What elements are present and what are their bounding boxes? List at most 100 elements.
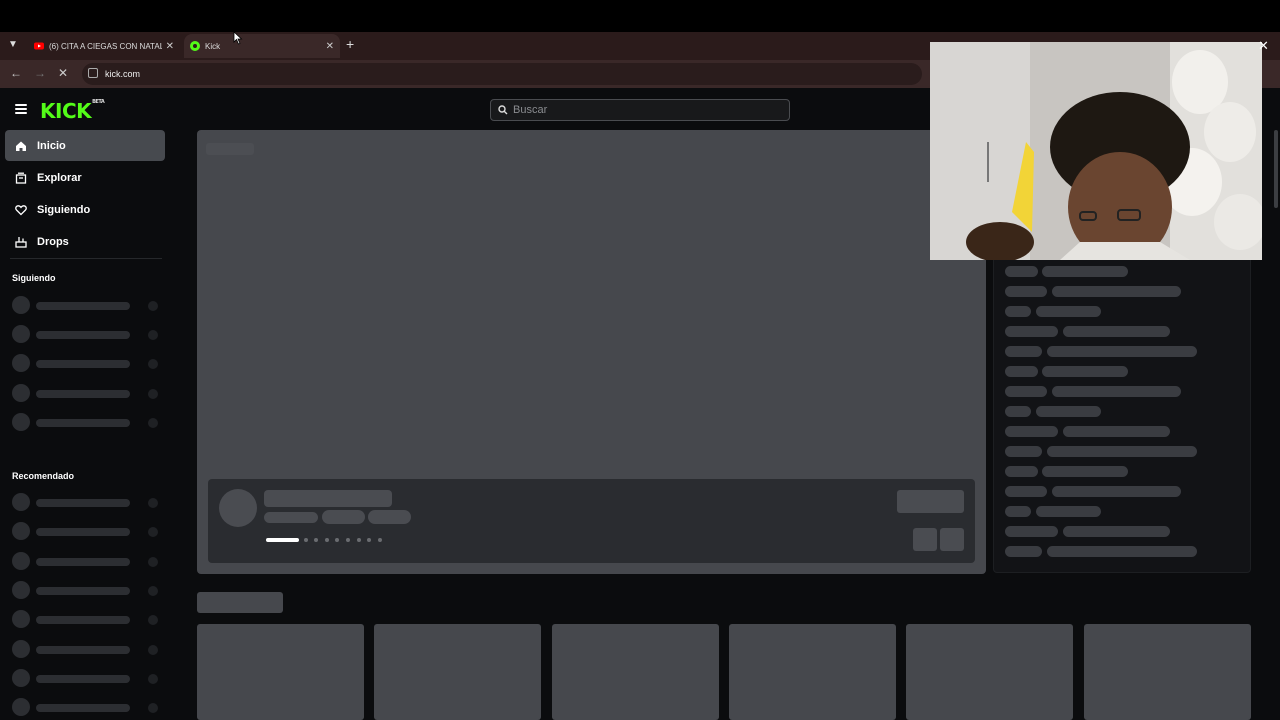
tab-title: (6) CITA A CIEGAS CON NATAL (49, 41, 162, 51)
webcam-overlay (930, 42, 1262, 260)
chat-user-skeleton (1005, 326, 1058, 337)
chat-message-skeleton (1047, 546, 1197, 557)
channel-skeleton (12, 669, 162, 687)
stop-loading-icon[interactable]: ✕ (58, 66, 68, 80)
channel-skeleton (12, 522, 162, 540)
sidebar-item-label: Drops (37, 235, 69, 248)
carousel-dot[interactable] (335, 538, 339, 542)
recommended-section-title: Recomendado (12, 471, 75, 481)
chat-message-skeleton (1047, 346, 1197, 357)
following-section-title: Siguiendo (12, 273, 56, 283)
carousel-active-indicator[interactable] (266, 538, 299, 542)
button-skeleton (897, 490, 964, 513)
mouse-cursor-icon (233, 31, 243, 45)
chat-message-skeleton (1042, 466, 1128, 477)
tab-youtube[interactable]: (6) CITA A CIEGAS CON NATAL ✕ (28, 34, 180, 58)
close-tab-icon[interactable]: ✕ (326, 41, 334, 52)
chat-user-skeleton (1005, 506, 1031, 517)
channel-skeleton (12, 640, 162, 658)
section-heading-skeleton (197, 592, 283, 613)
stream-card-skeleton[interactable] (729, 624, 896, 720)
sidebar-item-inicio[interactable]: Inicio (5, 130, 165, 161)
sidebar-item-siguiendo[interactable]: Siguiendo (5, 194, 165, 225)
chat-message-skeleton (1042, 366, 1128, 377)
new-tab-icon[interactable]: + (346, 36, 354, 52)
carousel-dot[interactable] (304, 538, 308, 542)
chat-message-skeleton (1063, 526, 1170, 537)
chat-user-skeleton (1005, 286, 1047, 297)
sidebar-item-label: Explorar (37, 171, 82, 184)
youtube-icon (34, 42, 44, 50)
site-info-icon[interactable] (88, 68, 98, 78)
carousel-dot[interactable] (314, 538, 318, 542)
search-input[interactable] (513, 100, 783, 120)
tab-search-button[interactable]: ▼ (4, 36, 22, 54)
address-bar[interactable]: kick.com (82, 63, 922, 85)
heart-icon (15, 204, 27, 215)
channel-skeleton (12, 325, 162, 343)
chat-message-skeleton (1063, 326, 1170, 337)
carousel-dot[interactable] (378, 538, 382, 542)
chat-message-skeleton (1036, 406, 1101, 417)
kick-logo[interactable]: KICKBETA (40, 99, 105, 123)
page-scrollbar[interactable] (1274, 130, 1278, 208)
sidebar-divider (10, 258, 162, 259)
address-text: kick.com (105, 69, 141, 79)
chat-user-skeleton (1005, 486, 1047, 497)
carousel-dot[interactable] (357, 538, 361, 542)
channel-skeleton (12, 384, 162, 402)
tab-kick[interactable]: Kick ✕ (184, 34, 340, 58)
carousel-dot[interactable] (325, 538, 329, 542)
chat-user-skeleton (1005, 346, 1042, 357)
chat-user-skeleton (1005, 466, 1038, 477)
stream-card-skeleton[interactable] (197, 624, 364, 720)
home-icon (16, 141, 26, 151)
search-box[interactable] (490, 99, 790, 121)
chat-message-skeleton (1042, 266, 1128, 277)
sidebar-item-label: Inicio (37, 139, 66, 152)
chat-user-skeleton (1005, 266, 1038, 277)
back-arrow-icon[interactable]: ← (10, 66, 22, 80)
sidebar-item-explorar[interactable]: Explorar (5, 162, 165, 193)
stream-card-skeleton[interactable] (374, 624, 541, 720)
chat-message-skeleton (1052, 386, 1181, 397)
chat-user-skeleton (1005, 546, 1042, 557)
stream-card-skeleton[interactable] (552, 624, 719, 720)
tab-title: Kick (205, 41, 221, 51)
chat-message-skeleton (1036, 306, 1101, 317)
prev-button-skeleton[interactable] (913, 528, 937, 551)
browse-icon (15, 172, 27, 184)
carousel-dot[interactable] (346, 538, 350, 542)
close-overlay-icon[interactable]: ✕ (1258, 38, 1269, 54)
sidebar-item-drops[interactable]: Drops (5, 226, 165, 257)
search-icon (498, 105, 508, 115)
channel-skeleton (12, 413, 162, 431)
forward-arrow-icon[interactable]: → (34, 66, 46, 80)
chat-user-skeleton (1005, 526, 1058, 537)
chat-user-skeleton (1005, 306, 1031, 317)
window-top-bar (0, 0, 1280, 32)
chat-user-skeleton (1005, 406, 1031, 417)
chat-user-skeleton (1005, 386, 1047, 397)
chat-message-skeleton (1036, 506, 1101, 517)
tag-skeleton (264, 512, 318, 523)
title-skeleton (264, 490, 392, 507)
carousel-dot[interactable] (367, 538, 371, 542)
stream-card-skeleton[interactable] (906, 624, 1073, 720)
channel-skeleton (12, 698, 162, 716)
drops-icon (15, 236, 27, 248)
chat-message-skeleton (1063, 426, 1170, 437)
chat-message-skeleton (1052, 486, 1181, 497)
menu-icon[interactable] (15, 104, 27, 114)
stream-card-skeleton[interactable] (1084, 624, 1251, 720)
next-button-skeleton[interactable] (940, 528, 964, 551)
channel-skeleton (12, 552, 162, 570)
close-tab-icon[interactable]: ✕ (166, 41, 174, 52)
sidebar-item-label: Siguiendo (37, 203, 91, 216)
tag-skeleton (322, 510, 365, 524)
chat-message-skeleton (1052, 286, 1181, 297)
channel-skeleton (12, 296, 162, 314)
chat-user-skeleton (1005, 366, 1038, 377)
chat-message-skeleton (1047, 446, 1197, 457)
channel-skeleton (12, 610, 162, 628)
